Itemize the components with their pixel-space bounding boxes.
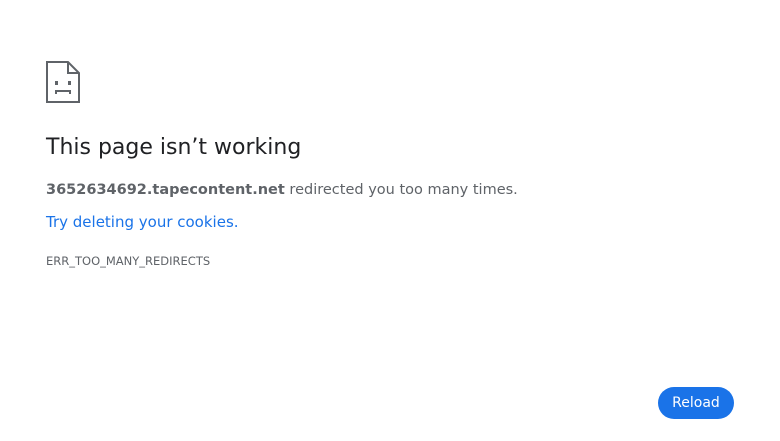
page-title: This page isn’t working [46, 135, 302, 160]
error-code: ERR_TOO_MANY_REDIRECTS [46, 254, 211, 268]
error-message: redirected you too many times. [284, 182, 518, 198]
delete-cookies-link[interactable]: Try deleting your cookies [46, 213, 234, 231]
reload-button[interactable]: Reload [658, 387, 734, 419]
error-page: This page isn’t working 3652634692.tapec… [0, 0, 780, 441]
sad-document-icon [46, 61, 80, 103]
site-host: 3652634692.tapecontent.net [46, 182, 285, 198]
suggestion: Try deleting your cookies. [46, 212, 239, 232]
suggestion-suffix: . [233, 213, 239, 231]
error-summary: 3652634692.tapecontent.net redirected yo… [46, 180, 518, 200]
